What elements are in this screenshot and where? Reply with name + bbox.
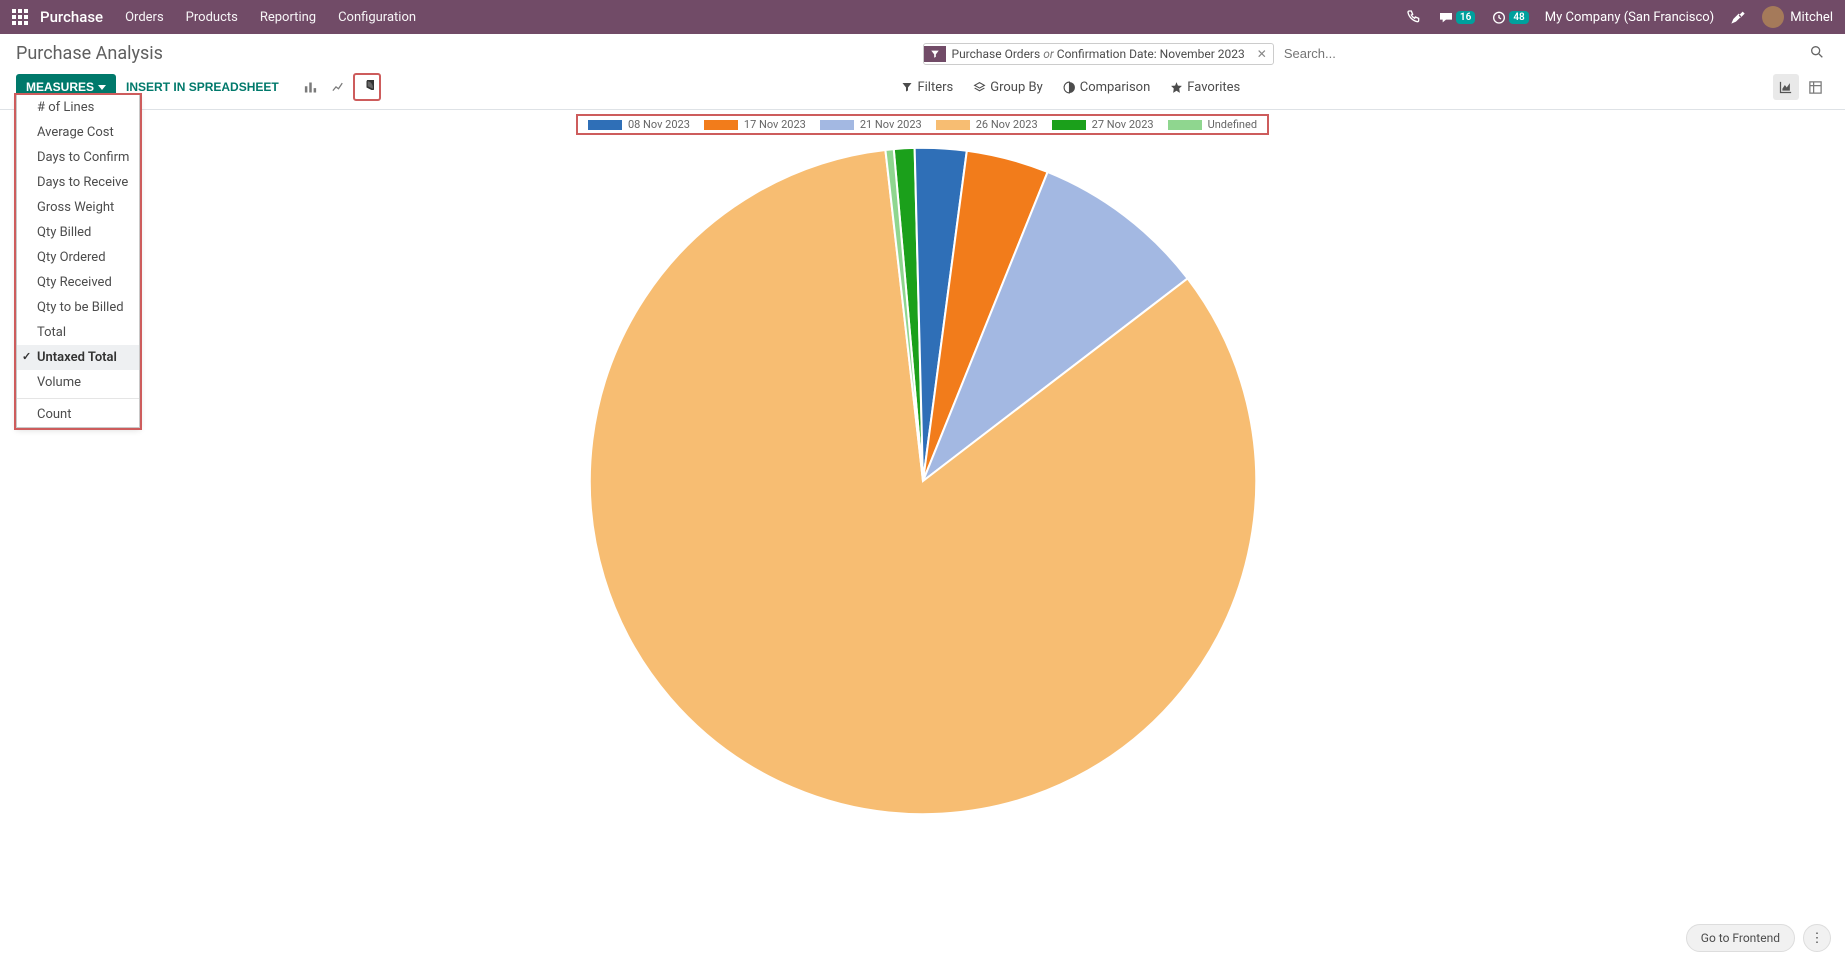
nav-reporting[interactable]: Reporting (260, 10, 316, 25)
measure-option[interactable]: Qty to be Billed (17, 295, 139, 320)
user-menu[interactable]: Mitchel (1762, 6, 1833, 28)
pie-chart-button[interactable] (353, 73, 381, 101)
legend-swatch (936, 120, 970, 130)
chart-legend: 08 Nov 2023 17 Nov 2023 21 Nov 2023 26 Nov … (578, 116, 1267, 133)
filter-chip-close[interactable]: ✕ (1251, 44, 1273, 64)
legend-label: 26 Nov 2023 (976, 118, 1038, 131)
measure-option[interactable]: # of Lines (17, 95, 139, 120)
comparison-dropdown[interactable]: Comparison (1063, 80, 1151, 95)
legend-swatch (704, 120, 738, 130)
legend-item[interactable]: Undefined (1168, 118, 1257, 131)
measure-option[interactable]: Gross Weight (17, 195, 139, 220)
go-to-frontend-button[interactable]: Go to Frontend (1686, 924, 1795, 952)
timer-icon[interactable]: 48 (1491, 9, 1528, 25)
favorites-dropdown[interactable]: Favorites (1170, 80, 1240, 95)
phone-icon[interactable] (1406, 9, 1422, 25)
legend-swatch (1052, 120, 1086, 130)
nav-products[interactable]: Products (186, 10, 238, 25)
measures-dropdown: # of LinesAverage CostDays to ConfirmDay… (16, 95, 140, 428)
measure-option[interactable]: Qty Billed (17, 220, 139, 245)
company-label: My Company (San Francisco) (1545, 10, 1714, 25)
filter-icon (924, 46, 946, 62)
legend-swatch (1168, 120, 1202, 130)
legend-item[interactable]: 21 Nov 2023 (820, 118, 922, 131)
legend-swatch (588, 120, 622, 130)
measure-option[interactable]: Total (17, 320, 139, 345)
groupby-dropdown[interactable]: Group By (973, 80, 1043, 95)
user-name: Mitchel (1790, 10, 1833, 25)
nav-orders[interactable]: Orders (125, 10, 164, 25)
measure-option-count[interactable]: Count (17, 402, 139, 427)
measure-option[interactable]: Untaxed Total (17, 345, 139, 370)
pivot-view-button[interactable] (1803, 74, 1829, 100)
measure-option[interactable]: Volume (17, 370, 139, 395)
timer-badge: 48 (1509, 11, 1528, 24)
legend-item[interactable]: 08 Nov 2023 (588, 118, 690, 131)
legend-label: Undefined (1208, 118, 1257, 131)
measure-option[interactable]: Average Cost (17, 120, 139, 145)
measure-option[interactable]: Qty Ordered (17, 245, 139, 270)
chart-area: 08 Nov 2023 17 Nov 2023 21 Nov 2023 26 Nov … (0, 110, 1845, 831)
app-brand[interactable]: Purchase (40, 8, 103, 26)
legend-label: 27 Nov 2023 (1092, 118, 1154, 131)
active-filter-chip[interactable]: Purchase Orders or Confirmation Date: No… (923, 43, 1274, 65)
legend-label: 21 Nov 2023 (860, 118, 922, 131)
legend-label: 08 Nov 2023 (628, 118, 690, 131)
more-actions-button[interactable]: ⋮ (1803, 924, 1831, 952)
top-navbar: Purchase Orders Products Reporting Confi… (0, 0, 1845, 34)
pie-chart (583, 141, 1263, 821)
insert-spreadsheet-button[interactable]: INSERT IN SPREADSHEET (116, 74, 289, 100)
page-title: Purchase Analysis (16, 43, 163, 64)
apps-icon[interactable] (12, 9, 28, 25)
toolbar: MEASURES INSERT IN SPREADSHEET Filters G… (0, 69, 1845, 110)
chevron-down-icon (98, 85, 106, 90)
messages-badge: 16 (1456, 11, 1475, 24)
tools-icon[interactable] (1730, 9, 1746, 25)
measure-option[interactable]: Days to Confirm (17, 145, 139, 170)
legend-label: 17 Nov 2023 (744, 118, 806, 131)
line-chart-button[interactable] (325, 73, 353, 101)
measure-option[interactable]: Days to Receive (17, 170, 139, 195)
avatar (1762, 6, 1784, 28)
search-input[interactable] (1280, 42, 1805, 65)
measure-option[interactable]: Qty Received (17, 270, 139, 295)
filter-chip-text: Purchase Orders or Confirmation Date: No… (946, 44, 1251, 64)
messages-icon[interactable]: 16 (1438, 9, 1475, 25)
graph-view-button[interactable] (1773, 74, 1799, 100)
legend-item[interactable]: 27 Nov 2023 (1052, 118, 1154, 131)
search-icon[interactable] (1805, 44, 1829, 64)
legend-item[interactable]: 26 Nov 2023 (936, 118, 1038, 131)
company-switcher[interactable]: My Company (San Francisco) (1545, 10, 1714, 25)
legend-item[interactable]: 17 Nov 2023 (704, 118, 806, 131)
control-bar: Purchase Analysis Purchase Orders or Con… (0, 34, 1845, 69)
legend-swatch (820, 120, 854, 130)
bar-chart-button[interactable] (297, 73, 325, 101)
nav-configuration[interactable]: Configuration (338, 10, 416, 25)
filters-dropdown[interactable]: Filters (901, 80, 953, 95)
